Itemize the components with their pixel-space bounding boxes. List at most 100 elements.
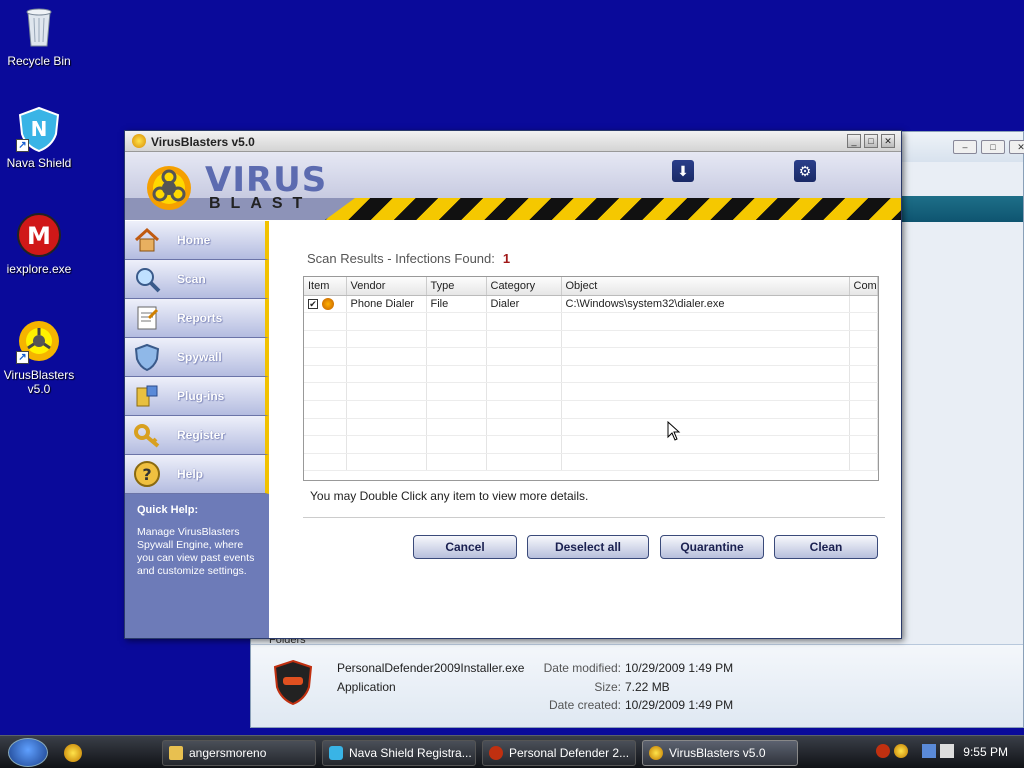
cell-vendor: Phone Dialer: [346, 295, 427, 314]
cancel-button[interactable]: Cancel: [413, 535, 517, 559]
divider: [303, 517, 885, 518]
nav-label: Spywall: [177, 350, 222, 364]
nav-label: Scan: [177, 272, 206, 286]
main-content: Scan Results - Infections Found: 1 Item V…: [275, 221, 901, 638]
size-label: Size:: [594, 680, 621, 694]
nav-spywall[interactable]: Spywall: [125, 338, 269, 377]
deselect-all-button[interactable]: Deselect all: [527, 535, 649, 559]
download-icon[interactable]: ⬇: [672, 160, 694, 182]
hazard-stripe: [325, 198, 901, 220]
double-click-hint: You may Double Click any item to view mo…: [310, 489, 589, 503]
nav-home[interactable]: Home: [125, 221, 269, 260]
nav-plugins[interactable]: Plug-ins: [125, 377, 269, 416]
column-header-category[interactable]: Category: [486, 277, 562, 296]
column-header-item[interactable]: Item: [304, 277, 347, 296]
table-row-empty: [304, 453, 878, 472]
iexplore-icon: M: [16, 212, 62, 258]
reports-icon: [133, 304, 161, 332]
nav-label: Help: [177, 467, 204, 481]
maximize-button[interactable]: □: [981, 140, 1005, 154]
brand-title: VIRUS: [205, 160, 328, 200]
virusblasters-icon: ↗: [16, 318, 62, 364]
help-icon: ?: [133, 460, 161, 488]
desktop-icon-nava-shield[interactable]: N ↗ Nava Shield: [0, 106, 78, 170]
infections-count: 1: [502, 251, 511, 266]
file-name: PersonalDefender2009Installer.exe: [337, 661, 525, 675]
nav-scan[interactable]: Scan: [125, 260, 269, 299]
cell-category: Dialer: [486, 295, 562, 314]
column-header-vendor[interactable]: Vendor: [346, 277, 427, 296]
table-row[interactable]: ✔ Phone Dialer File Dialer C:\Windows\sy…: [304, 295, 878, 314]
app-titlebar[interactable]: VirusBlasters v5.0 _ □ ✕: [125, 131, 901, 152]
scan-icon: [133, 265, 161, 293]
nav-register[interactable]: Register: [125, 416, 269, 455]
virusblasters-window[interactable]: VirusBlasters v5.0 _ □ ✕ VIRUS BLAST ⬇ ⚙…: [124, 130, 902, 639]
close-button[interactable]: ✕: [1009, 140, 1024, 154]
recycle-bin-icon: [16, 4, 62, 50]
gear-icon[interactable]: ⚙: [794, 160, 816, 182]
mouse-cursor-icon: [667, 421, 681, 441]
start-button[interactable]: [8, 738, 48, 767]
nav-help[interactable]: ? Help: [125, 455, 269, 494]
spywall-icon: [133, 343, 161, 372]
quick-help-title: Quick Help:: [137, 504, 199, 516]
item-checkbox[interactable]: ✔: [308, 298, 318, 309]
quicklaunch-virusblasters-icon[interactable]: [64, 744, 82, 762]
network-icon[interactable]: [922, 744, 936, 758]
column-header-comment[interactable]: Comr: [849, 277, 878, 296]
app-title: VirusBlasters v5.0: [151, 135, 255, 149]
maximize-button[interactable]: □: [864, 134, 878, 148]
brand-subtitle: BLAST: [209, 195, 313, 212]
table-row-empty: [304, 312, 878, 331]
taskbar: angersmoreno Nava Shield Registra... Per…: [0, 735, 1024, 768]
register-icon: [133, 421, 161, 449]
results-table[interactable]: Item Vendor Type Category Object Comr ✔ …: [303, 276, 879, 481]
column-header-object[interactable]: Object: [561, 277, 850, 296]
minimize-button[interactable]: _: [847, 134, 861, 148]
cell-type: File: [426, 295, 487, 314]
clean-button[interactable]: Clean: [774, 535, 878, 559]
desktop-icon-virusblasters[interactable]: ↗ VirusBlasters v5.0: [0, 318, 78, 396]
file-type: Application: [337, 680, 396, 694]
table-row-empty: [304, 330, 878, 349]
home-icon: [133, 226, 161, 254]
taskbar-item-virusblasters[interactable]: VirusBlasters v5.0: [642, 740, 798, 766]
nav-label: Reports: [177, 311, 223, 325]
desktop-icon-label: Nava Shield: [6, 156, 72, 170]
date-modified-label: Date modified:: [543, 661, 621, 675]
cell-object: C:\Windows\system32\dialer.exe: [561, 295, 850, 314]
table-header-row: Item Vendor Type Category Object Comr: [304, 277, 878, 296]
tray-defender-icon[interactable]: [876, 744, 890, 758]
table-row-empty: [304, 365, 878, 384]
desktop-icon-label: VirusBlasters v5.0: [3, 368, 75, 396]
svg-text:M: M: [27, 222, 51, 250]
date-created-value: 10/29/2009 1:49 PM: [625, 698, 734, 712]
taskbar-item-nava-shield[interactable]: Nava Shield Registra...: [322, 740, 476, 766]
details-pane: PersonalDefender2009Installer.exe Applic…: [251, 644, 1023, 727]
sidebar: Home Scan Reports Spywall Plug-ins Regis…: [125, 221, 269, 638]
desktop-icon-recycle-bin[interactable]: Recycle Bin: [0, 4, 78, 68]
personal-defender-icon: [273, 659, 313, 706]
shield-icon: [329, 746, 343, 760]
minimize-button[interactable]: –: [953, 140, 977, 154]
nav-label: Register: [177, 428, 226, 442]
table-row-empty: [304, 435, 878, 454]
desktop-icon-label: Recycle Bin: [7, 54, 71, 68]
close-button[interactable]: ✕: [881, 134, 895, 148]
tray-virusblasters-icon[interactable]: [894, 744, 908, 758]
table-row-empty: [304, 347, 878, 366]
scan-results-heading: Scan Results - Infections Found: 1: [307, 251, 511, 266]
desktop-icon-iexplore[interactable]: M iexplore.exe: [0, 212, 78, 276]
nava-shield-icon: N ↗: [16, 106, 62, 153]
taskbar-item-personal-defender[interactable]: Personal Defender 2...: [482, 740, 636, 766]
quarantine-button[interactable]: Quarantine: [660, 535, 764, 559]
column-header-type[interactable]: Type: [426, 277, 487, 296]
quick-help-text: Manage VirusBlasters Spywall Engine, whe…: [137, 526, 255, 577]
volume-icon[interactable]: [940, 744, 954, 758]
taskbar-item-folder[interactable]: angersmoreno: [162, 740, 316, 766]
clock[interactable]: 9:55 PM: [963, 745, 1008, 759]
table-row-empty: [304, 400, 878, 419]
nav-reports[interactable]: Reports: [125, 299, 269, 338]
svg-text:?: ?: [142, 465, 151, 484]
svg-text:N: N: [31, 117, 48, 141]
